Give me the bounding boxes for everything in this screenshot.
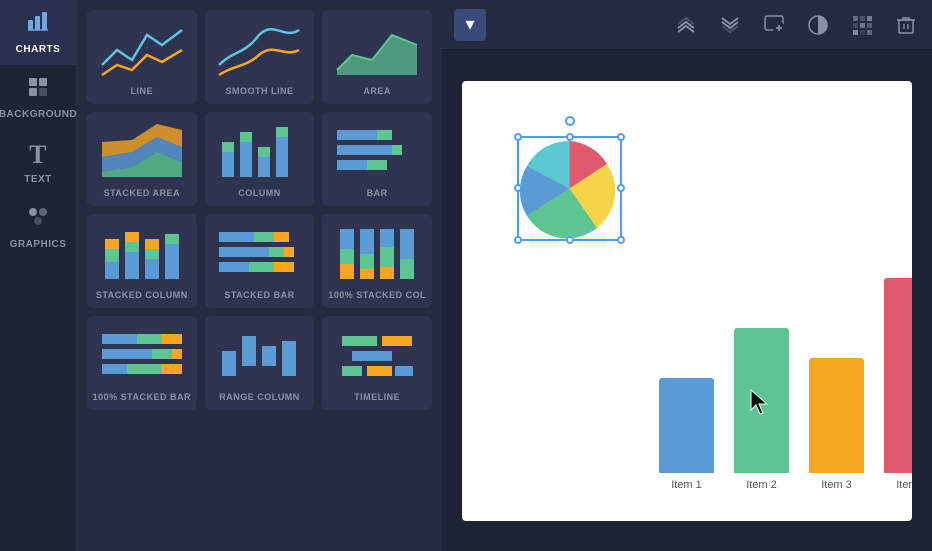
background-icon	[26, 75, 50, 105]
chart-type-100-stacked-bar-label: 100% STACKED BAR	[93, 392, 191, 402]
bar-label-1: Item 1	[671, 479, 702, 491]
chart-type-range-column-label: RANGE COLUMN	[219, 392, 300, 402]
bar-label-4: Item 4	[896, 479, 912, 491]
chart-type-timeline-label: TIMELINE	[354, 392, 400, 402]
chart-type-stacked-column-label: STACKED COLUMN	[96, 290, 188, 300]
chart-type-range-column[interactable]: RANGE COLUMN	[205, 316, 315, 410]
chart-type-smooth-line[interactable]: SMOOTH LINE	[205, 10, 315, 104]
chart-type-100-stacked-col-label: 100% STACKED COL	[328, 290, 426, 300]
sidebar-item-graphics[interactable]: GRAPHICS	[0, 195, 76, 260]
chart-type-100-stacked-col[interactable]: 100% STACKED COL	[322, 214, 432, 308]
chart-type-bar[interactable]: BAR	[322, 112, 432, 206]
chart-type-stacked-bar-label: STACKED BAR	[224, 290, 294, 300]
sidebar-item-text-label: TEXT	[24, 174, 52, 185]
chart-type-stacked-bar[interactable]: STACKED BAR	[205, 214, 315, 308]
sidebar-item-charts-label: CHARTS	[16, 44, 61, 55]
sidebar-item-graphics-label: GRAPHICS	[10, 239, 67, 250]
chart-type-column[interactable]: COLUMN	[205, 112, 315, 206]
charts-icon	[26, 10, 50, 40]
bar-label-2: Item 2	[746, 479, 777, 491]
bar-1	[659, 378, 714, 473]
pie-chart-container[interactable]	[517, 136, 622, 246]
chart-type-timeline[interactable]: TIMELINE	[322, 316, 432, 410]
sidebar-item-charts[interactable]: CHARTS	[0, 0, 76, 65]
chart-type-area-label: AREA	[363, 86, 391, 96]
canvas-bg[interactable]: Item 1 Item 2 Item 3 Item 4	[462, 81, 912, 521]
chart-type-stacked-column[interactable]: STACKED COLUMN	[87, 214, 197, 308]
chart-type-bar-label: BAR	[367, 188, 388, 198]
main-area: ▾	[442, 0, 932, 551]
theme-button[interactable]	[804, 11, 832, 39]
bar-label-3: Item 3	[821, 479, 852, 491]
chart-type-area[interactable]: AREA	[322, 10, 432, 104]
layer-down-button[interactable]	[716, 11, 744, 39]
pie-chart	[517, 136, 622, 241]
bar-4	[884, 278, 912, 473]
bar-col-1: Item 1	[659, 378, 714, 491]
canvas-area: Item 1 Item 2 Item 3 Item 4	[442, 50, 932, 551]
layer-up-button[interactable]	[672, 11, 700, 39]
sidebar-item-background-label: BACKGROUND	[0, 109, 77, 120]
chart-type-smooth-line-label: SMOOTH LINE	[225, 86, 293, 96]
dropdown-button[interactable]: ▾	[454, 9, 486, 41]
cursor-icon	[747, 388, 771, 421]
text-icon: T	[29, 140, 47, 170]
bar-3	[809, 358, 864, 473]
chart-type-100-stacked-bar[interactable]: 100% STACKED BAR	[87, 316, 197, 410]
toolbar: ▾	[442, 0, 932, 50]
bar-chart: Item 1 Item 2 Item 3 Item 4	[659, 278, 912, 491]
chart-type-stacked-area[interactable]: STACKED AREA	[87, 112, 197, 206]
add-button[interactable]	[760, 11, 788, 39]
chart-type-line-label: LINE	[131, 86, 154, 96]
chart-panel: LINE SMOOTH LINE AREA STACKED AREA	[77, 0, 442, 551]
chart-type-line[interactable]: LINE	[87, 10, 197, 104]
bar-col-4: Item 4	[884, 278, 912, 491]
chart-type-stacked-area-label: STACKED AREA	[104, 188, 181, 198]
sidebar-item-text[interactable]: T TEXT	[0, 130, 76, 195]
pattern-button[interactable]	[848, 11, 876, 39]
bar-col-3: Item 3	[809, 358, 864, 491]
chart-type-column-label: COLUMN	[238, 188, 281, 198]
handle-top-resize[interactable]	[565, 116, 575, 126]
sidebar: CHARTS BACKGROUND T TEXT GRAPHICS	[0, 0, 77, 551]
graphics-icon	[26, 205, 50, 235]
delete-button[interactable]	[892, 11, 920, 39]
sidebar-item-background[interactable]: BACKGROUND	[0, 65, 76, 130]
